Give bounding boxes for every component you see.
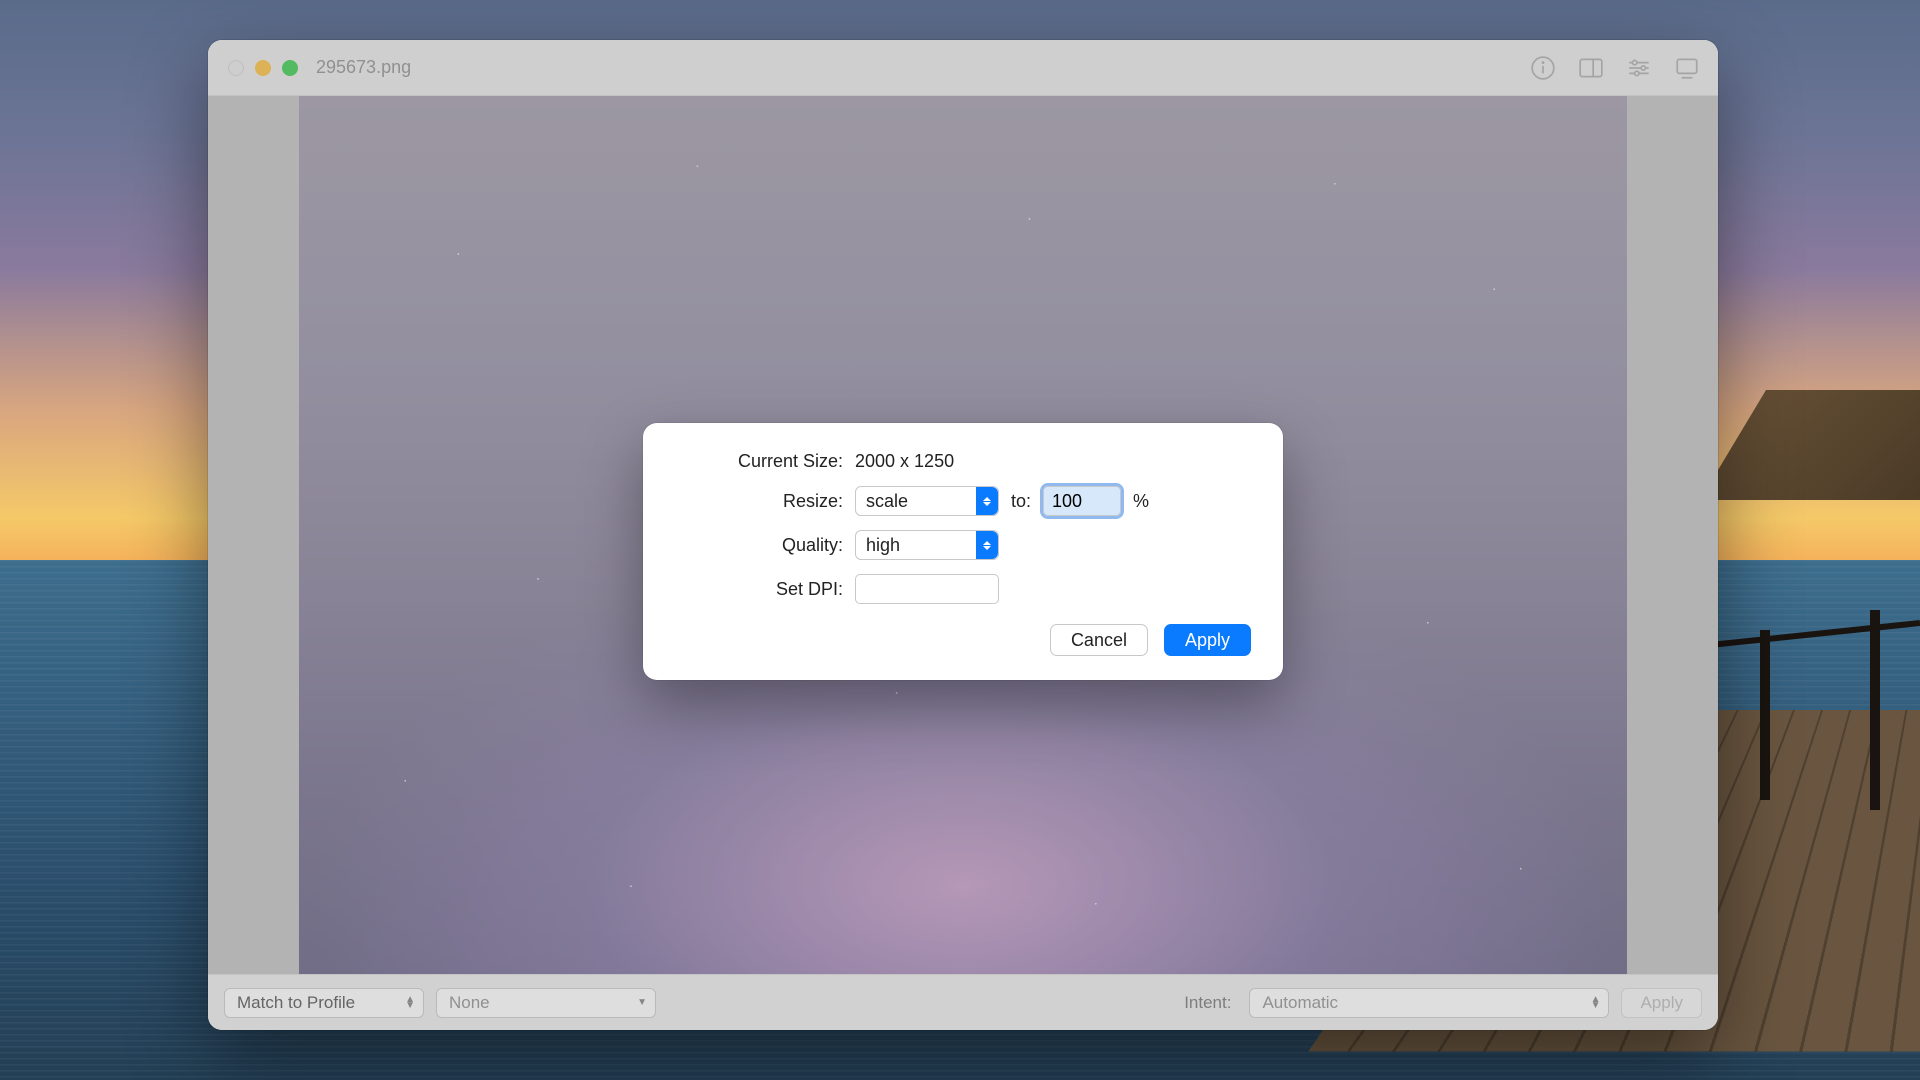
toolbar-icons bbox=[1530, 40, 1700, 95]
resize-unit: % bbox=[1133, 491, 1149, 512]
intent-label: Intent: bbox=[1184, 993, 1231, 1013]
intent-value-label: Automatic bbox=[1262, 993, 1338, 1013]
dpi-input[interactable] bbox=[855, 574, 999, 604]
desktop-pier-post bbox=[1760, 630, 1770, 800]
quality-label: Quality: bbox=[675, 535, 843, 556]
resize-mode-select[interactable]: scale bbox=[855, 486, 999, 516]
desktop-pier-roof bbox=[1700, 390, 1920, 500]
display-icon[interactable] bbox=[1674, 55, 1700, 81]
chevron-updown-icon bbox=[976, 487, 998, 515]
resize-value-input[interactable] bbox=[1043, 486, 1121, 516]
sliders-icon[interactable] bbox=[1626, 55, 1652, 81]
desktop-pier-post bbox=[1870, 610, 1880, 810]
apply-button[interactable]: Apply bbox=[1164, 624, 1251, 656]
chevron-updown-icon bbox=[976, 531, 998, 559]
titlebar[interactable]: 295673.png bbox=[208, 40, 1718, 96]
to-label: to: bbox=[1011, 491, 1031, 512]
bottombar-apply-button[interactable]: Apply bbox=[1621, 988, 1702, 1018]
resize-dialog: Current Size: 2000 x 1250 Resize: scale … bbox=[643, 423, 1283, 680]
bottom-bar: Match to Profile ▲▼ None ▼ Intent: Autom… bbox=[208, 974, 1718, 1030]
app-window: 295673.png Match to Profile ▲▼ None ▼ In… bbox=[208, 40, 1718, 1030]
window-zoom-button[interactable] bbox=[282, 60, 298, 76]
resize-mode-value: scale bbox=[866, 491, 908, 512]
profile-value-label: None bbox=[449, 993, 490, 1013]
dpi-label: Set DPI: bbox=[675, 579, 843, 600]
resize-label: Resize: bbox=[675, 491, 843, 512]
window-minimize-button[interactable] bbox=[255, 60, 271, 76]
cancel-button[interactable]: Cancel bbox=[1050, 624, 1148, 656]
quality-select[interactable]: high bbox=[855, 530, 999, 560]
intent-select[interactable]: Automatic ▲▼ bbox=[1249, 988, 1609, 1018]
info-icon[interactable] bbox=[1530, 55, 1556, 81]
window-close-button[interactable] bbox=[228, 60, 244, 76]
match-profile-select[interactable]: Match to Profile ▲▼ bbox=[224, 988, 424, 1018]
current-size-label: Current Size: bbox=[675, 451, 843, 472]
quality-value: high bbox=[866, 535, 900, 556]
match-profile-label: Match to Profile bbox=[237, 993, 355, 1013]
traffic-lights bbox=[228, 60, 298, 76]
current-size-value: 2000 x 1250 bbox=[855, 451, 954, 472]
window-title: 295673.png bbox=[316, 57, 411, 78]
sidebar-icon[interactable] bbox=[1578, 55, 1604, 81]
profile-value-select[interactable]: None ▼ bbox=[436, 988, 656, 1018]
